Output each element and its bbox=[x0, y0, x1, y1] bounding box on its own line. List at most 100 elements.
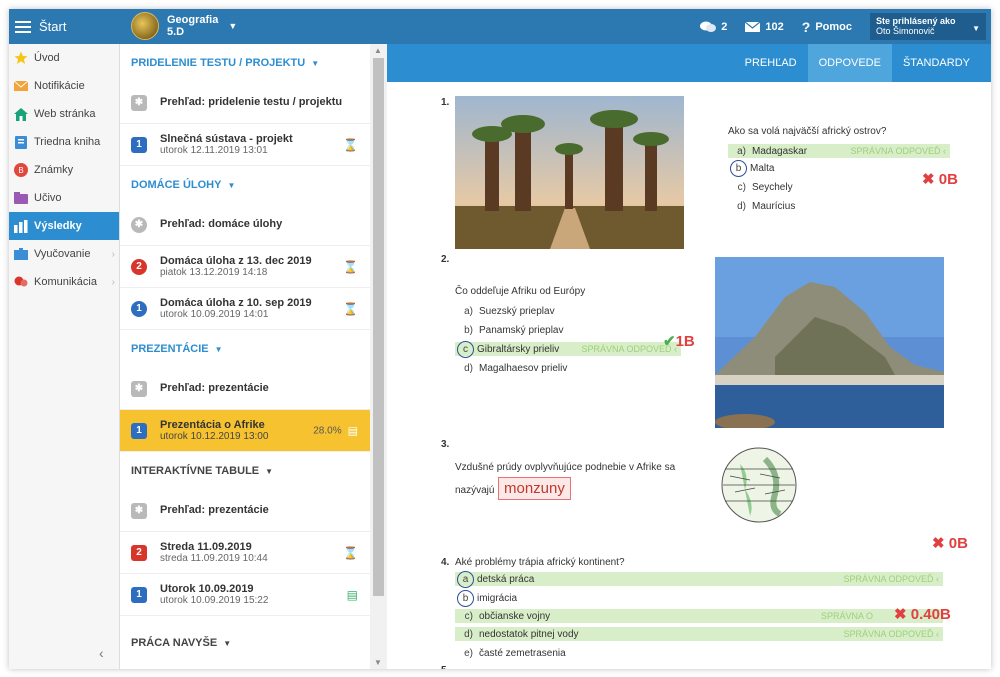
question-mark-icon: ? bbox=[801, 18, 811, 35]
score-value: 1B bbox=[675, 333, 695, 350]
tab-overview[interactable]: PREHĽAD bbox=[734, 44, 808, 82]
option-letter-circled: b bbox=[457, 589, 474, 607]
answer-option-selected: b Malta bbox=[728, 159, 775, 177]
option-letter: d) bbox=[464, 628, 473, 640]
user-menu[interactable]: Ste prihlásený ako Oto Šimonovič ▼ bbox=[870, 13, 986, 40]
tab-standards[interactable]: ŠTANDARDY bbox=[892, 44, 981, 82]
question-score: ✔1B bbox=[663, 332, 695, 350]
subject-selector[interactable]: Geografia 5.D ▼ bbox=[131, 12, 237, 40]
sidebar-item-znamky[interactable]: B Známky bbox=[9, 156, 119, 184]
wrong-cross-icon: ✖ bbox=[922, 171, 939, 188]
option-text: občianske vojny bbox=[479, 610, 551, 622]
question-text-2: nazývajú bbox=[455, 485, 495, 496]
start-label: Štart bbox=[39, 19, 67, 34]
subject-name: Geografia bbox=[167, 14, 219, 26]
section-title: DOMÁCE ÚLOHY bbox=[131, 179, 222, 191]
list-item[interactable]: ✱ Prehľad: prezentácie bbox=[120, 368, 370, 410]
collapse-sidebar-button[interactable]: ‹ bbox=[99, 645, 104, 661]
option-text: Malta bbox=[750, 162, 775, 174]
score-value: 0B bbox=[938, 171, 958, 188]
tab-answers[interactable]: ODPOVEDE bbox=[807, 44, 892, 82]
scroll-thumb[interactable] bbox=[373, 58, 384, 596]
count-badge: 1 bbox=[131, 422, 147, 439]
mail-count: 102 bbox=[765, 20, 784, 33]
list-item[interactable]: 1 Domáca úloha z 10. sep 2019 utorok 10.… bbox=[120, 288, 370, 330]
wrong-cross-icon: ✖ bbox=[932, 535, 949, 552]
question-text: Aké problémy trápia africký kontinent? bbox=[455, 557, 625, 568]
sidebar-item-vyucovanie[interactable]: Vyučovanie › bbox=[9, 240, 119, 268]
scroll-down-icon[interactable]: ▼ bbox=[374, 658, 382, 667]
document-icon: ▤ bbox=[346, 587, 358, 602]
chevron-down-icon: ▼ bbox=[227, 180, 236, 190]
sidebar-item-triedna-kniha[interactable]: Triedna kniha bbox=[9, 128, 119, 156]
mail-icon bbox=[745, 21, 761, 32]
list-item[interactable]: 2 Streda 11.09.2019 streda 11.09.2019 10… bbox=[120, 532, 370, 574]
mail-button[interactable]: 102 bbox=[745, 20, 784, 33]
sidebar-item-label: Výsledky bbox=[34, 220, 82, 232]
chevron-right-icon: › bbox=[111, 248, 115, 260]
question-text: Ako sa volá najväčší africký ostrov? bbox=[728, 126, 887, 137]
assignment-list: PRIDELENIE TESTU / PROJEKTU ▼ ✱ Prehľad:… bbox=[120, 44, 370, 669]
star-icon bbox=[14, 51, 28, 65]
section-header-homework[interactable]: DOMÁCE ÚLOHY ▼ bbox=[120, 166, 370, 204]
option-letter: e) bbox=[464, 647, 473, 659]
baobab-trees-image bbox=[455, 96, 684, 249]
answer-option: d) Magalhaesov prieliv bbox=[455, 361, 567, 375]
fill-in-answer: monzuny bbox=[498, 477, 571, 500]
list-item[interactable]: ✱ Prehľad: pridelenie testu / projektu bbox=[120, 82, 370, 124]
svg-text:B: B bbox=[18, 166, 23, 175]
scroll-up-icon[interactable]: ▲ bbox=[374, 46, 382, 55]
option-letter: c) bbox=[464, 610, 473, 622]
list-item[interactable]: ✱ Prehľad: domáce úlohy bbox=[120, 204, 370, 246]
results-tabbar: PREHĽAD ODPOVEDE ŠTANDARDY bbox=[387, 44, 991, 82]
list-item-selected[interactable]: 1 Prezentácia o Afrike utorok 10.12.2019… bbox=[120, 410, 370, 452]
gibraltar-rock-image bbox=[715, 257, 944, 428]
section-header-extra[interactable]: PRÁCA NAVYŠE ▼ bbox=[120, 624, 370, 662]
sidebar-item-notifikacie[interactable]: Notifikácie bbox=[9, 72, 119, 100]
item-title: Prehľad: prezentácie bbox=[160, 382, 269, 394]
option-text: časté zemetrasenia bbox=[479, 647, 566, 659]
messages-count: 2 bbox=[721, 20, 728, 33]
sidebar-item-label: Notifikácie bbox=[34, 80, 85, 92]
section-header-boards[interactable]: INTERAKTÍVNE TABULE ▼ bbox=[120, 452, 370, 490]
count-badge: 1 bbox=[131, 586, 147, 603]
option-text: detská práca bbox=[477, 573, 535, 585]
messages-button[interactable]: 2 bbox=[700, 21, 727, 33]
item-date: utorok 12.11.2019 13:01 bbox=[160, 144, 268, 156]
teaching-icon bbox=[14, 247, 28, 261]
item-title: Prehľad: pridelenie testu / projektu bbox=[160, 96, 343, 108]
start-menu-button[interactable]: Štart bbox=[15, 9, 66, 44]
help-button[interactable]: ? Pomoc bbox=[802, 19, 852, 35]
option-text: Panamský prieplav bbox=[479, 324, 564, 336]
section-header-tests[interactable]: PRIDELENIE TESTU / PROJEKTU ▼ bbox=[120, 44, 370, 82]
list-item[interactable]: ✱ Prehľad: prezentácie bbox=[120, 490, 370, 532]
item-title: Prehľad: prezentácie bbox=[160, 504, 269, 516]
envelope-icon bbox=[14, 79, 28, 93]
sidebar-item-vysledky[interactable]: Výsledky bbox=[9, 212, 119, 240]
item-title: Prezentácia o Afrike bbox=[160, 418, 265, 431]
list-item[interactable]: 1 Slnečná sústava - projekt utorok 12.11… bbox=[120, 124, 370, 166]
list-item[interactable]: 1 Utorok 10.09.2019 utorok 10.09.2019 15… bbox=[120, 574, 370, 616]
list-item[interactable]: 2 Domáca úloha z 13. dec 2019 piatok 13.… bbox=[120, 246, 370, 288]
correct-answer-label: SPRÁVNA ODPOVEĎ ‹ bbox=[843, 574, 939, 584]
checkmark-icon: ✔ bbox=[663, 333, 676, 350]
sidebar-item-ucivo[interactable]: Učivo bbox=[9, 184, 119, 212]
question-score: ✖ 0.40B bbox=[894, 605, 951, 623]
section-header-presentations[interactable]: PREZENTÁCIE ▼ bbox=[120, 330, 370, 368]
question-number: 3. bbox=[441, 439, 450, 450]
sidebar-item-uvod[interactable]: Úvod bbox=[9, 44, 119, 72]
count-badge: 1 bbox=[131, 300, 147, 317]
sidebar-item-komunikacia[interactable]: Komunikácia › bbox=[9, 268, 119, 296]
option-letter-circled: c bbox=[457, 340, 474, 358]
answer-option-correct: c) občianske vojny SPRÁVNA O bbox=[455, 609, 943, 623]
hamburger-icon bbox=[15, 20, 31, 33]
option-text: Maurícius bbox=[752, 200, 796, 212]
answer-option-selected: b imigrácia bbox=[455, 589, 517, 607]
help-label: Pomoc bbox=[815, 20, 852, 33]
chevron-down-icon: ▼ bbox=[311, 58, 320, 68]
sidebar-item-web-stranka[interactable]: Web stránka bbox=[9, 100, 119, 128]
item-date: utorok 10.12.2019 13:00 bbox=[160, 430, 269, 442]
answer-option-correct: a) Madagaskar SPRÁVNA ODPOVEĎ ‹ bbox=[728, 144, 950, 158]
list-scrollbar[interactable]: ▲ ▼ bbox=[370, 44, 387, 669]
chevron-right-icon: › bbox=[111, 276, 115, 288]
